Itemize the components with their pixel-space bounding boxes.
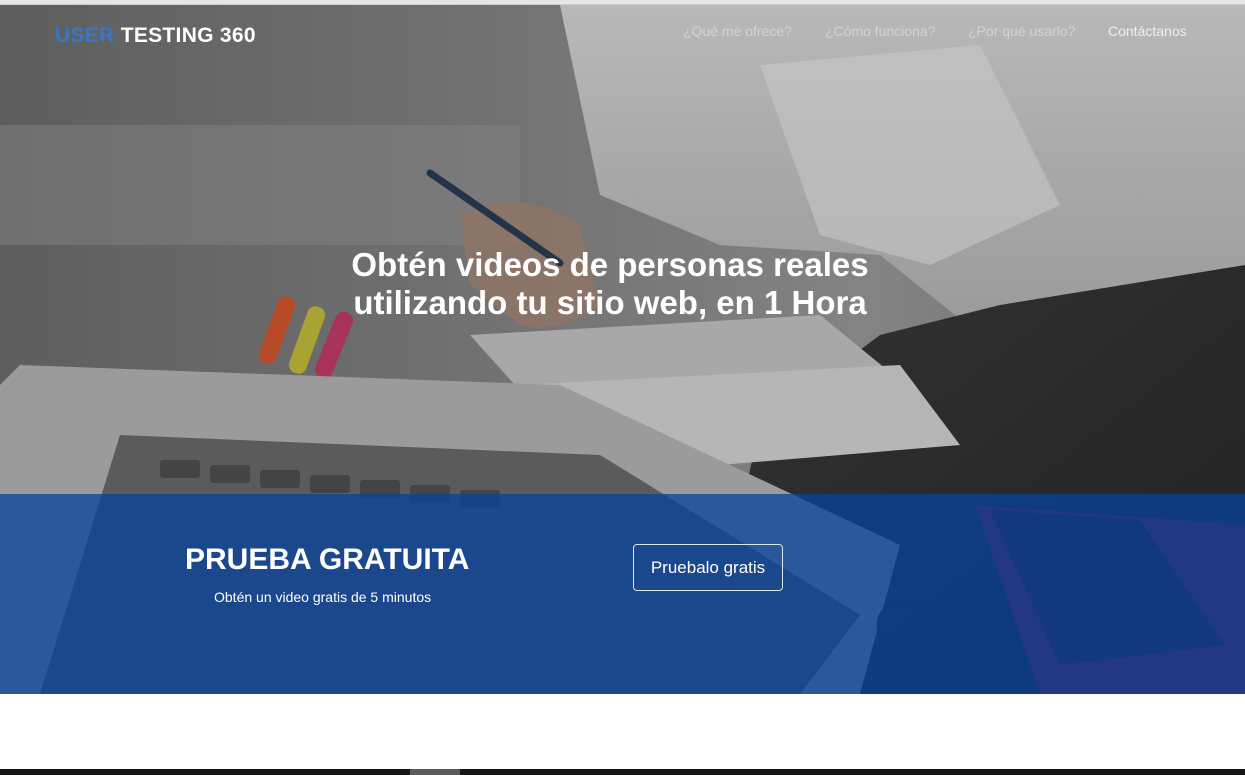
promo-band [0, 494, 1245, 694]
brand-logo-rest: TESTING 360 [120, 24, 256, 47]
hero-headline-line2: utilizando tu sitio web, en 1 Hora [353, 284, 867, 321]
nav-link-por-que-usarlo[interactable]: ¿Por qué usarlo? [968, 23, 1075, 39]
navbar: USER TESTING 360 ¿Qué me ofrece? ¿Cómo f… [0, 5, 1245, 63]
brand-logo[interactable]: USER TESTING 360 [55, 24, 256, 48]
brand-logo-user: USER [55, 24, 115, 47]
nav-link-contactanos[interactable]: Contáctanos [1108, 23, 1187, 39]
hero-section [0, 5, 1245, 694]
nav-link-que-me-ofrece[interactable]: ¿Qué me ofrece? [683, 23, 792, 39]
hero-headline: Obtén videos de personas reales utilizan… [330, 246, 890, 322]
promo-subtitle: Obtén un video gratis de 5 minutos [214, 589, 432, 605]
hero-headline-line1: Obtén videos de personas reales [351, 246, 869, 283]
bottom-strip [0, 769, 1245, 775]
scroll-thumb[interactable] [410, 769, 460, 775]
try-free-button[interactable]: Pruebalo gratis [633, 544, 783, 591]
nav-link-como-funciona[interactable]: ¿Cómo funciona? [825, 23, 936, 39]
promo-title: PRUEBA GRATUITA [185, 543, 470, 576]
